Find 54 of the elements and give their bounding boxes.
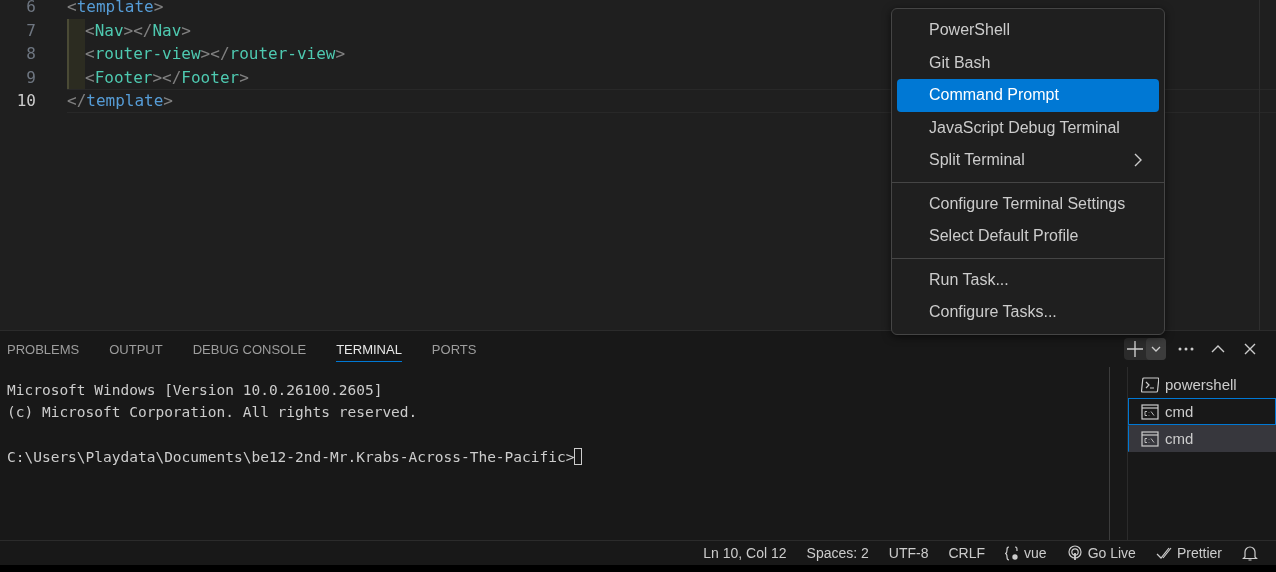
notifications-button[interactable]	[1242, 545, 1258, 561]
plus-icon	[1126, 340, 1144, 358]
terminal-prompt-icon	[1141, 376, 1159, 393]
terminal-output-line: (c) Microsoft Corporation. All rights reserved.	[7, 404, 418, 420]
text-cursor	[574, 448, 583, 465]
code-line: </template>	[67, 91, 173, 111]
line-number: 7	[25, 20, 36, 40]
braces-icon	[1005, 545, 1020, 561]
panel-tab[interactable]: TERMINAL	[336, 336, 402, 362]
new-terminal-button[interactable]	[1124, 338, 1146, 360]
chevron-up-icon	[1211, 345, 1225, 353]
terminal-dropdown-button[interactable]	[1146, 338, 1166, 360]
ellipsis-icon	[1178, 347, 1194, 351]
status-item[interactable]: Ln 10, Col 12	[703, 545, 787, 561]
terminal-output-line: C:\Users\Playdata\Documents\be12-2nd-Mr.Krabs-Across-The-Pacific>	[7, 449, 575, 465]
close-icon	[1244, 343, 1256, 355]
bell-icon	[1242, 545, 1258, 561]
code-line: <Footer></Footer>	[85, 67, 249, 87]
line-number: 9	[25, 67, 36, 87]
status-item[interactable]: Go Live	[1066, 545, 1136, 561]
command-prompt-icon	[1141, 403, 1159, 420]
chevron-down-icon	[1151, 346, 1161, 352]
code-line: <template>	[67, 0, 164, 17]
line-number: 8	[25, 44, 36, 64]
menu-item[interactable]: Split Terminal	[897, 144, 1159, 177]
panel-tab[interactable]: DEBUG CONSOLE	[192, 336, 307, 362]
terminal-instance-item[interactable]: powershell	[1128, 371, 1276, 398]
status-item[interactable]: UTF-8	[888, 545, 929, 561]
code-line: <router-view></router-view>	[85, 44, 346, 64]
status-item[interactable]: vue	[1005, 545, 1047, 561]
panel-tab[interactable]: OUTPUT	[109, 336, 163, 362]
chevron-right-icon	[1133, 153, 1143, 168]
panel-tab[interactable]: PROBLEMS	[7, 336, 80, 362]
status-item[interactable]: CRLF	[948, 545, 986, 561]
command-prompt-icon	[1141, 430, 1159, 447]
menu-item[interactable]: Select Default Profile	[897, 220, 1159, 253]
status-item[interactable]: Prettier	[1155, 545, 1222, 561]
menu-item[interactable]: Command Prompt	[897, 79, 1159, 112]
menu-item[interactable]: Configure Terminal Settings	[897, 187, 1159, 220]
terminal-output-line: Microsoft Windows [Version 10.0.26100.2605]	[7, 382, 383, 398]
double-check-icon	[1155, 546, 1172, 560]
line-number: 10	[15, 91, 36, 111]
line-number: 6	[25, 0, 36, 17]
menu-item[interactable]: Run Task...	[897, 263, 1159, 296]
menu-item[interactable]: Configure Tasks...	[897, 296, 1159, 329]
terminal-instance-item[interactable]: cmd	[1128, 398, 1276, 425]
broadcast-icon	[1066, 545, 1083, 561]
status-item[interactable]: Spaces: 2	[806, 545, 869, 561]
menu-item[interactable]: PowerShell	[897, 14, 1159, 47]
terminal-instance-item[interactable]: cmd	[1128, 425, 1276, 452]
menu-item[interactable]: Git Bash	[897, 46, 1159, 79]
code-line: <Nav></Nav>	[85, 20, 191, 40]
menu-item[interactable]: JavaScript Debug Terminal	[897, 111, 1159, 144]
panel-tab[interactable]: PORTS	[431, 336, 477, 362]
